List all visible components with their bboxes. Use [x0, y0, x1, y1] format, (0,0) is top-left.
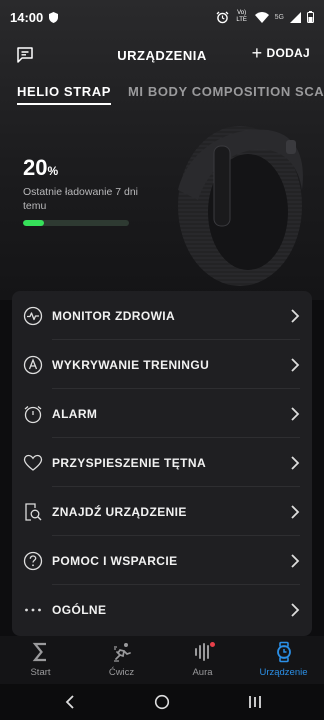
last-charged-text: Ostatnie ładowanie 7 dni temu: [23, 186, 138, 212]
menu-item-label: OGÓLNE: [52, 602, 107, 617]
chevron-right-icon: [291, 553, 300, 568]
recents-icon[interactable]: [248, 694, 262, 710]
battery-summary: 20% Ostatnie ładowanie 7 dni temu: [23, 155, 138, 212]
runner-icon: [113, 643, 131, 662]
menu-item-label: MONITOR ZDROWIA: [52, 308, 176, 323]
system-navigation-bar: [0, 684, 324, 720]
menu-item-label: ZNAJDŹ URZĄDZENIE: [52, 504, 187, 519]
battery-status-icon: [307, 11, 314, 23]
tab-helio-strap[interactable]: HELIO STRAP: [17, 84, 111, 105]
network-type: 5G: [274, 13, 284, 21]
watch-icon: [276, 641, 291, 663]
menu-item-label: PRZYSPIESZENIE TĘTNA: [52, 455, 207, 470]
sigma-icon: [32, 642, 46, 662]
chevron-right-icon: [291, 308, 300, 323]
nav-start[interactable]: Start: [0, 636, 81, 684]
nav-label: Start: [30, 667, 51, 678]
alarm-icon: [24, 405, 42, 423]
device-tabs: HELIO STRAP MI BODY COMPOSITION SCALE: [0, 84, 324, 106]
signal-icon: [290, 11, 301, 23]
tab-mi-body-composition-scale[interactable]: MI BODY COMPOSITION SCALE: [128, 84, 324, 99]
menu-item-health-monitor[interactable]: MONITOR ZDROWIA: [12, 291, 312, 340]
menu-item-help-support[interactable]: POMOC I WSPARCIE: [12, 536, 312, 585]
menu-item-workout-detection[interactable]: WYKRYWANIE TRENINGU: [12, 340, 312, 389]
nav-aura[interactable]: Aura: [162, 636, 243, 684]
alarm-status-icon: [216, 11, 229, 23]
battery-progress-fill: [23, 220, 45, 226]
menu-item-general[interactable]: OGÓLNE: [12, 585, 312, 634]
home-icon[interactable]: [154, 694, 170, 710]
workout-detection-icon: [23, 355, 43, 374]
volte-label: Vo) LTE: [236, 10, 247, 23]
chevron-right-icon: [291, 504, 300, 519]
bottom-navigation: Start Ćwicz Aura Urządzenie: [0, 636, 324, 684]
add-label: DODAJ: [266, 46, 310, 60]
plus-icon: +: [251, 43, 263, 63]
device-settings-card: MONITOR ZDROWIA WYKRYWANIE TRENINGU ALAR…: [12, 291, 312, 636]
nav-workout[interactable]: Ćwicz: [81, 636, 162, 684]
status-time: 14:00: [10, 9, 44, 25]
more-icon: [25, 608, 41, 611]
shield-icon: [49, 11, 59, 23]
chevron-right-icon: [291, 455, 300, 470]
nav-label: Urządzenie: [259, 667, 308, 678]
menu-item-label: ALARM: [52, 406, 98, 421]
nav-device[interactable]: Urządzenie: [243, 636, 324, 684]
find-device-icon: [25, 502, 42, 521]
wifi-icon: [254, 11, 269, 23]
health-monitor-icon: [23, 306, 43, 325]
helio-strap-image: [178, 126, 303, 286]
chevron-right-icon: [291, 602, 300, 617]
help-icon: [23, 551, 43, 570]
status-bar: 14:00 Vo) LTE 5G: [0, 0, 324, 34]
battery-percent-unit: %: [47, 164, 59, 178]
battery-progress-bar: [23, 220, 129, 226]
menu-item-find-device[interactable]: ZNAJDŹ URZĄDZENIE: [12, 487, 312, 536]
nav-label: Aura: [192, 667, 213, 678]
chevron-right-icon: [291, 357, 300, 372]
nav-label: Ćwicz: [108, 667, 135, 678]
menu-item-alarm[interactable]: ALARM: [12, 389, 312, 438]
back-icon[interactable]: [64, 694, 76, 710]
menu-item-label: POMOC I WSPARCIE: [52, 553, 178, 568]
battery-percent: 20: [23, 155, 48, 180]
heart-icon: [23, 454, 43, 471]
menu-item-label: WYKRYWANIE TRENINGU: [52, 357, 210, 372]
chevron-right-icon: [291, 406, 300, 421]
add-device-button[interactable]: + DODAJ: [251, 43, 310, 63]
app-header: URZĄDZENIA + DODAJ: [0, 40, 324, 70]
notification-badge: [209, 642, 215, 647]
menu-item-heart-rate-alert[interactable]: PRZYSPIESZENIE TĘTNA: [12, 438, 312, 487]
